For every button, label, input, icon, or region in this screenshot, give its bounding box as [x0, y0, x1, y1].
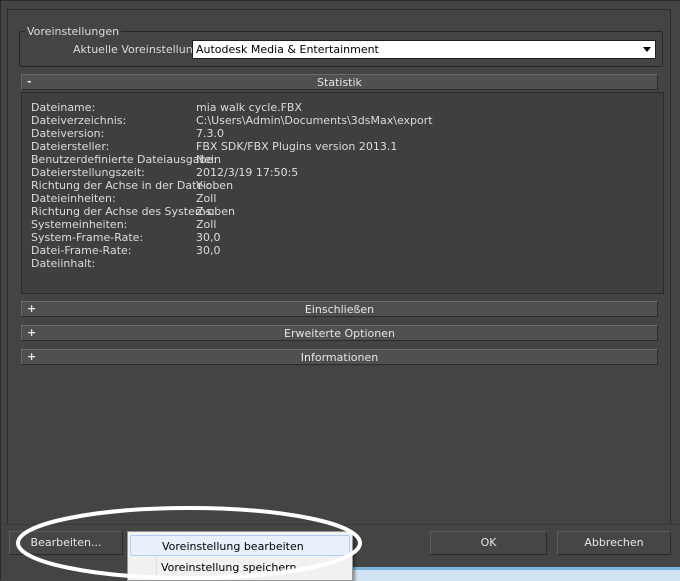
- edit-button[interactable]: Bearbeiten...: [9, 531, 123, 555]
- stat-value: Y-oben: [196, 179, 234, 192]
- stat-key: Benutzerdefinierte Dateiausgabe:: [31, 153, 217, 166]
- stat-key: Dateiersteller:: [31, 140, 110, 153]
- stat-value: Zoll: [196, 192, 217, 205]
- stat-value: C:\Users\Admin\Documents\3dsMax\export: [196, 114, 433, 127]
- stat-key: Datei-Frame-Rate:: [31, 244, 132, 257]
- rollout-informationen[interactable]: + Informationen: [21, 349, 658, 365]
- menu-item-edit-preset[interactable]: Voreinstellung bearbeiten: [130, 535, 350, 556]
- menu-item-save-preset[interactable]: Voreinstellung speichern: [130, 557, 350, 578]
- stat-key: Dateiname:: [31, 101, 96, 114]
- stat-key: Richtung der Achse in der Datei:: [31, 179, 210, 192]
- stat-value: Zoll: [196, 218, 217, 231]
- rollout-title: Einschließen: [304, 303, 375, 316]
- stat-value: mia walk cycle.FBX: [196, 101, 303, 114]
- stat-key: Dateierstellungszeit:: [31, 166, 145, 179]
- stat-value: Z-oben: [196, 205, 235, 218]
- stat-key: Dateieinheiten:: [31, 192, 116, 205]
- rollout-title: Statistik: [317, 76, 362, 89]
- edit-context-menu: Voreinstellung bearbeiten Voreinstellung…: [127, 531, 353, 581]
- current-preset-value: Autodesk Media & Entertainment: [196, 43, 379, 56]
- stat-key: Dateiversion:: [31, 127, 105, 140]
- rollout-title: Erweiterte Optionen: [284, 327, 395, 340]
- current-preset-dropdown[interactable]: Autodesk Media & Entertainment: [192, 40, 656, 59]
- rollout-erweiterte-optionen[interactable]: + Erweiterte Optionen: [21, 325, 658, 341]
- stat-key: Systemeinheiten:: [31, 218, 128, 231]
- stat-key: Dateiverzeichnis:: [31, 114, 127, 127]
- fbx-export-dialog: Voreinstellungen Aktuelle Voreinstellung…: [0, 0, 680, 581]
- bottom-separator: [1, 524, 680, 525]
- chevron-down-icon[interactable]: [643, 47, 651, 52]
- stat-value: 2012/3/19 17:50:5: [196, 166, 299, 179]
- rollout-einschliessen[interactable]: + Einschließen: [21, 301, 658, 317]
- stat-key: System-Frame-Rate:: [31, 231, 144, 244]
- stat-value: 7.3.0: [196, 127, 224, 140]
- stat-value: 30,0: [196, 231, 221, 244]
- current-preset-label: Aktuelle Voreinstellung:: [73, 43, 204, 56]
- stat-value: FBX SDK/FBX Plugins version 2013.1: [196, 140, 398, 153]
- cancel-button[interactable]: Abbrechen: [557, 531, 671, 555]
- ok-button[interactable]: OK: [430, 531, 547, 555]
- stat-key: Dateiinhalt:: [31, 257, 96, 270]
- taskbar-background: [353, 570, 680, 581]
- stat-value: 30,0: [196, 244, 221, 257]
- rollout-statistik[interactable]: - Statistik: [21, 74, 658, 90]
- stat-key: Richtung der Achse des Systems:: [31, 205, 216, 218]
- presets-group-label: Voreinstellungen: [25, 25, 122, 38]
- stat-value: Nein: [196, 153, 222, 166]
- rollout-title: Informationen: [300, 351, 379, 364]
